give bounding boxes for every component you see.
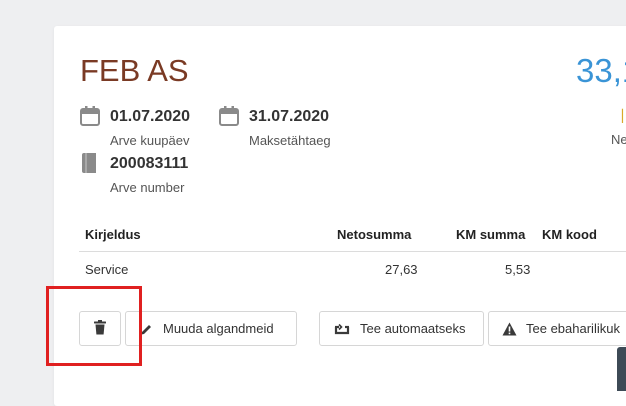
calendar-icon — [219, 106, 239, 131]
mark-unusual-button[interactable]: Tee ebaharilikuk — [488, 311, 626, 346]
column-header-vat: KM summa — [456, 227, 526, 242]
due-date-label: Maksetähtaeg — [249, 133, 331, 148]
edit-base-data-button[interactable]: Muuda algandmeid — [125, 311, 297, 346]
make-automatic-button[interactable]: Tee automaatseks — [319, 311, 484, 346]
invoice-date-value: 01.07.2020 — [110, 108, 191, 125]
make-automatic-label: Tee automaatseks — [360, 321, 466, 336]
pencil-icon — [140, 322, 154, 336]
mark-unusual-label: Tee ebaharilikuk — [526, 321, 620, 336]
calendar-icon — [80, 106, 100, 131]
side-label: Ne — [611, 132, 626, 147]
row-vat: 5,53 — [505, 262, 531, 277]
row-net: 27,63 — [385, 262, 418, 277]
vendor-name: FEB AS — [80, 53, 189, 88]
book-icon — [81, 152, 99, 179]
status-mark: ▏ — [622, 109, 626, 123]
column-header-description: Kirjeldus — [85, 227, 141, 242]
repeat-icon — [334, 323, 350, 335]
row-description: Service — [85, 262, 129, 277]
column-header-net: Netosumma — [337, 227, 412, 242]
edit-base-data-label: Muuda algandmeid — [163, 321, 274, 336]
table-divider — [79, 251, 626, 252]
invoice-date-label: Arve kuupäev — [110, 133, 190, 148]
due-date-value: 31.07.2020 — [249, 108, 330, 125]
invoice-number-value: 200083111 — [110, 155, 189, 172]
warning-icon — [502, 322, 517, 336]
highlight-box — [46, 286, 142, 366]
side-panel-edge[interactable] — [617, 347, 626, 391]
invoice-number-label: Arve number — [110, 180, 185, 195]
column-header-vat-code: KM kood — [542, 227, 597, 242]
invoice-amount: 33,1 — [576, 52, 626, 89]
